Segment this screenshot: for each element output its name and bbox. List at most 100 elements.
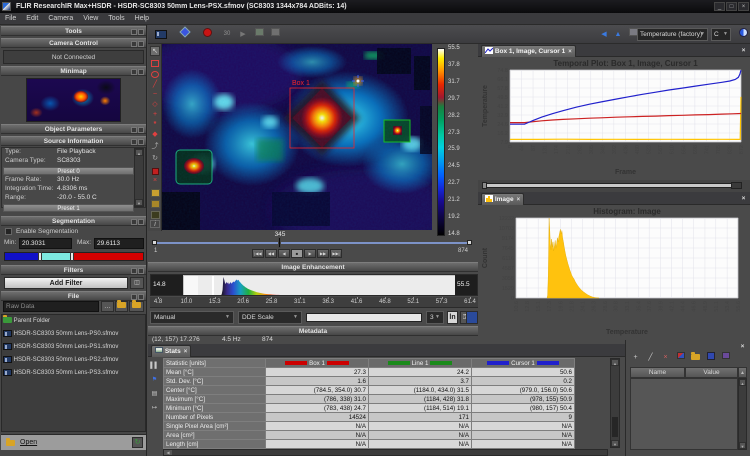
export-stats-icon[interactable]: ▤ [149,389,160,399]
segmentation-min-input[interactable]: 20.3031 [19,238,72,249]
calibration-icon[interactable] [178,28,192,41]
segmentation-max-input[interactable]: 29.6113 [94,238,144,249]
parent-folder-item[interactable]: Parent Folder [3,316,133,327]
stats-col-line-1[interactable]: Line 1 [369,359,472,368]
file-item[interactable]: HSDR-SC8303 50mm Lens-PS1.sfmov [3,342,133,353]
apply-palette-button[interactable] [466,311,478,324]
file-item[interactable]: HSDR-SC8303 50mm Lens-PS3.sfmov [3,368,133,379]
pause-stats-icon[interactable]: ▌▌ [149,361,160,371]
stats-col-cursor-1[interactable]: Cursor 1 [472,359,575,368]
last-frame-button[interactable]: ▶▶| [330,249,342,258]
dde-spinner[interactable]: ▼3 [426,311,444,324]
units-select[interactable]: ▼C [711,28,731,41]
annotations-list[interactable] [630,378,738,450]
paste-roi-icon[interactable] [151,200,160,208]
histogram-panel-close-icon[interactable]: × [739,194,748,203]
metadata-header[interactable]: Metadata [148,326,478,336]
stats-horizontal-scrollbar[interactable]: ◀ [163,449,608,456]
histogram-tab-close-icon[interactable]: × [514,197,521,203]
step-forward-button[interactable]: ▶ [304,249,316,258]
enhancement-scale-select[interactable]: ▼DDE Scale [238,311,302,324]
menu-tools[interactable]: Tools [103,13,129,25]
minimize-button[interactable]: _ [714,2,725,11]
annotations-panel-close-icon[interactable]: × [738,342,747,351]
histogram-plot[interactable]: 0152930584587611676459174107031223210.61… [480,205,748,338]
enhancement-mode-select[interactable]: ▼Manual [150,311,234,324]
enhancement-max-value[interactable]: 55.5 [455,275,477,295]
move-roi-icon[interactable]: ⤴ [150,142,160,152]
info-icon[interactable] [736,28,750,41]
segmentation-handle-low[interactable] [38,252,42,261]
open-annotation-icon[interactable] [689,352,702,363]
delete-annotation-icon[interactable]: × [659,352,672,363]
minimap-header[interactable]: Minimap [1,66,146,76]
copy-roi-icon[interactable] [151,189,160,197]
minimap-image[interactable] [26,78,121,122]
palette-select[interactable]: ▼Temperature (factory) [637,28,708,41]
temporal-plot[interactable]: 7.916.224.632.941.249.557.866.174.804487… [480,57,748,178]
frame-slider-track[interactable] [154,242,472,244]
add-annotation-icon[interactable]: + [629,352,642,363]
stop-button[interactable]: ■ [291,249,303,258]
source-information-header[interactable]: Source Information [1,136,146,146]
delete-roi-icon[interactable] [152,168,159,175]
edit-annotation-icon[interactable]: ╱ [644,352,657,363]
curve-roi-tool-icon[interactable]: ~ [150,90,160,100]
thermal-image-viewport[interactable]: Box 1 [162,44,432,230]
dde-gain-slider[interactable] [306,313,422,322]
diamond-roi-tool-icon[interactable]: ◆ [150,130,160,140]
enhancement-histogram-strip[interactable]: 14.8 55.5 [150,274,478,296]
segmentation-handle-high[interactable] [70,252,74,261]
open-link[interactable]: Open [20,439,37,446]
file-filter-input[interactable]: Raw Data [3,301,99,312]
preset1-bar[interactable]: Preset 1 [3,204,134,212]
file-header[interactable]: File [1,291,146,301]
line-roi-tool-icon[interactable]: ╱ [150,80,160,90]
source-info-scrollbar[interactable]: ▲▼ [134,148,144,207]
annotation-scroll-up-icon[interactable]: ▲ [738,367,747,378]
refresh-icon[interactable]: ↻ [132,437,143,448]
polygon-roi-tool-icon[interactable]: ◇ [150,100,160,110]
fast-forward-button[interactable]: ▶▶ [317,249,329,258]
browse-button[interactable]: … [101,301,114,312]
filters-header[interactable]: Filters [1,265,146,275]
frame-slider-end-cap[interactable] [467,240,472,245]
maximize-button[interactable]: □ [726,2,737,11]
step-back-button[interactable]: ◀ [278,249,290,258]
menu-camera[interactable]: Camera [43,13,78,25]
temporal-tab[interactable]: Box 1, Image, Cursor 1× [481,45,576,57]
rotate-roi-icon[interactable]: ↻ [150,154,160,164]
info-tool-icon[interactable]: i [150,220,160,228]
enhancement-min-value[interactable]: 14.8 [151,275,183,295]
annotation-name-header[interactable]: Name [630,367,685,378]
cursor-roi-tool-icon[interactable]: + [150,110,160,120]
menu-view[interactable]: View [78,13,103,25]
star-roi-tool-icon[interactable]: * [150,120,160,130]
temporal-scrollbar-track[interactable] [482,183,742,188]
temporal-scrollbar-left-cap[interactable] [482,182,487,189]
ellipse-roi-tool-icon[interactable] [151,71,159,78]
tools-panel-header[interactable]: Tools [1,26,146,36]
flip-vertical-icon[interactable]: ▲ [611,28,625,41]
bookmark-stats-icon[interactable]: ⚑ [149,375,160,385]
pointer-tool-icon[interactable]: ↖ [150,46,160,56]
close-button[interactable]: × [738,2,749,11]
save-annotation-icon[interactable] [704,352,717,363]
movie-icon[interactable] [154,28,168,41]
file-item[interactable]: HSDR-SC8303 50mm Lens-PS0.sfmov [3,329,133,340]
stats-col-box-1[interactable]: Box 1 [266,359,369,368]
rewind-button[interactable]: ◀◀ [265,249,277,258]
temporal-panel-close-icon[interactable]: × [739,46,748,55]
linear-scale-button[interactable]: ln [447,311,458,324]
new-folder-button[interactable] [115,301,128,312]
filter-options-button[interactable]: ◫ [130,277,144,289]
histogram-tab[interactable]: Image× [481,193,524,205]
first-frame-button[interactable]: |◀◀ [252,249,264,258]
stats-vertical-scrollbar[interactable]: ▲▼ [610,358,620,448]
segmentation-header[interactable]: Segmentation [1,216,146,226]
box-roi-tool-icon[interactable] [151,60,159,67]
stats-tab-close-icon[interactable]: × [181,349,188,355]
menu-file[interactable]: File [0,13,21,25]
camera-control-header[interactable]: Camera Control [1,38,146,48]
temporal-scrollbar-handle[interactable] [731,182,742,189]
